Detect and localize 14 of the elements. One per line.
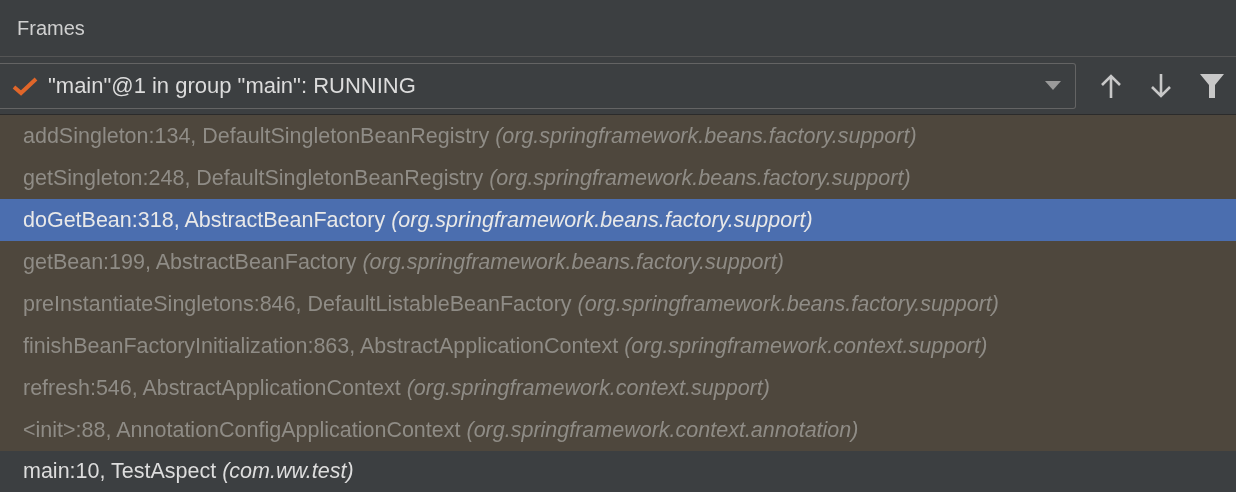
up-arrow-icon[interactable] [1100, 72, 1122, 99]
frame-row[interactable]: <init>:88, AnnotationConfigApplicationContext (org.springframework.context.annotation) [0, 409, 1236, 451]
frame-row[interactable]: preInstantiateSingletons:846, DefaultListableBeanFactory (org.springframework.beans.factory.support) [0, 283, 1236, 325]
down-arrow-icon[interactable] [1150, 72, 1172, 99]
frame-row[interactable]: finishBeanFactoryInitialization:863, AbstractApplicationContext (org.springframework.context.support) [0, 325, 1236, 367]
filter-icon[interactable] [1200, 72, 1224, 99]
panel-title: Frames [17, 16, 85, 40]
frame-row[interactable]: getBean:199, AbstractBeanFactory (org.springframework.beans.factory.support) [0, 241, 1236, 283]
thread-dropdown[interactable]: "main"@1 in group "main": RUNNING [0, 62, 1076, 109]
caret-icon [1045, 80, 1061, 91]
frame-row[interactable]: addSingleton:134, DefaultSingletonBeanRegistry (org.springframework.beans.factory.support) [0, 115, 1236, 157]
frame-row[interactable]: getSingleton:248, DefaultSingletonBeanRegistry (org.springframework.beans.factory.support) [0, 157, 1236, 199]
frame-row[interactable]: doGetBean:318, AbstractBeanFactory (org.springframework.beans.factory.support) [0, 199, 1236, 241]
frame-row[interactable]: refresh:546, AbstractApplicationContext (org.springframework.context.support) [0, 367, 1236, 409]
